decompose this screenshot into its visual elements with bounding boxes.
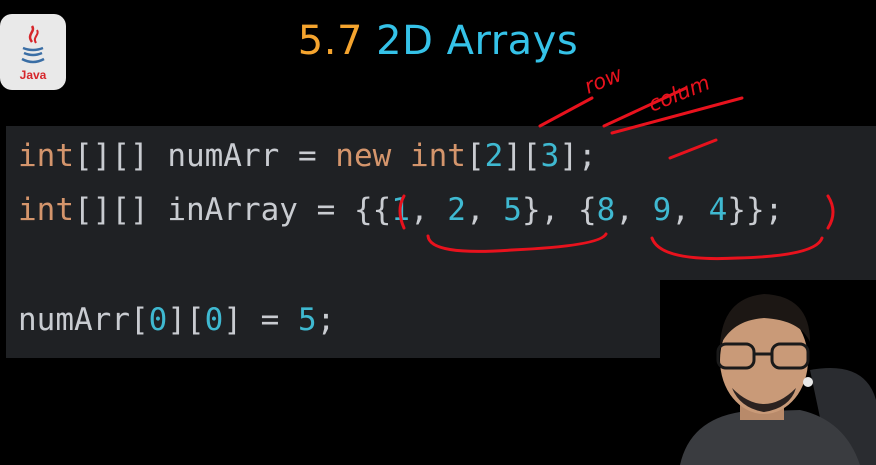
outer-brace-open-mark	[398, 194, 406, 230]
dimension-pointer	[668, 138, 718, 160]
row-annotation: row	[581, 62, 627, 99]
row-underline	[538, 96, 594, 128]
webcam-presenter-image	[660, 280, 876, 465]
first-row-bracket	[426, 232, 608, 253]
second-row-bracket	[650, 236, 824, 261]
outer-brace-close-mark	[826, 194, 835, 230]
